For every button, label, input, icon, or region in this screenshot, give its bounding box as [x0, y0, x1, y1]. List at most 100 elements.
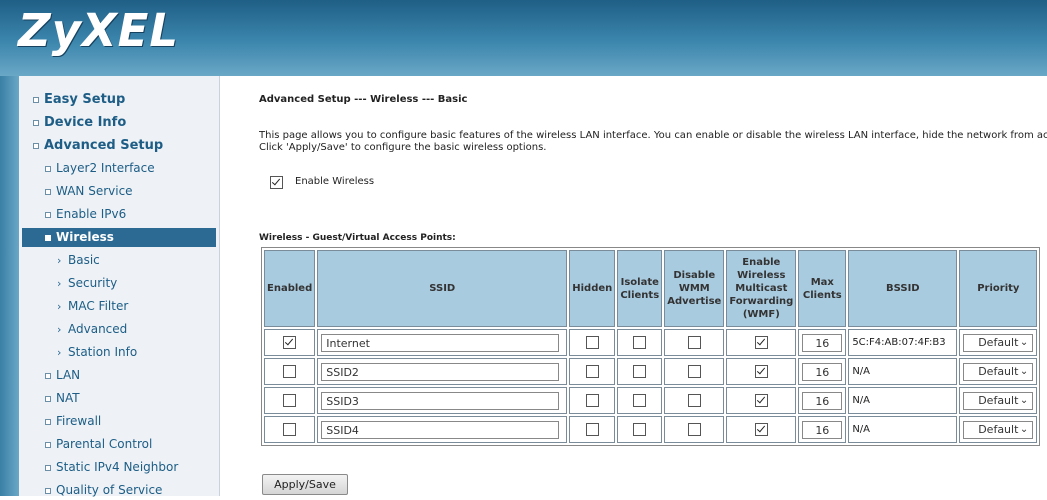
sidebar-item-parental-control[interactable]: Parental Control [22, 435, 216, 454]
priority-select[interactable]: Default ⌄ [963, 420, 1034, 439]
disable-wmm-cell [664, 358, 725, 385]
apply-save-button[interactable]: Apply/Save [262, 474, 348, 495]
square-bullet-icon [33, 97, 39, 103]
max-clients-cell: 16 [798, 387, 847, 414]
header-priority: Priority [959, 250, 1038, 327]
square-bullet-icon [45, 396, 51, 402]
sidebar-item-wan-service[interactable]: WAN Service [22, 182, 216, 201]
sidebar-item-firewall[interactable]: Firewall [22, 412, 216, 431]
hidden-checkbox[interactable] [585, 365, 599, 378]
disable-wmm-checkbox[interactable] [687, 336, 701, 349]
sidebar-item-label: Advanced Setup [44, 138, 164, 153]
priority-select[interactable]: Default ⌄ [963, 333, 1034, 352]
hidden-checkbox[interactable] [585, 423, 599, 436]
header-isolate-clients: Isolate Clients [617, 250, 663, 327]
wmf-checkbox[interactable] [754, 365, 768, 378]
square-bullet-icon [45, 235, 51, 241]
enabled-checkbox[interactable] [283, 336, 297, 349]
bssid-cell: N/A [848, 387, 958, 414]
hidden-checkbox[interactable] [585, 336, 599, 349]
sidebar-item-label: Security [68, 276, 118, 290]
sidebar-item-advanced-setup[interactable]: Advanced Setup [22, 136, 216, 155]
hidden-cell [569, 387, 616, 414]
square-bullet-icon [45, 212, 51, 218]
ssid-input[interactable]: SSID3 [321, 391, 560, 410]
sidebar-item-label: Station Info [68, 345, 138, 359]
sidebar: Easy Setup Device Info Advanced Setup Layer… [19, 76, 220, 497]
isolate-clients-checkbox[interactable] [633, 423, 647, 436]
isolate-clients-checkbox[interactable] [633, 394, 647, 407]
ssid-input[interactable]: SSID4 [321, 420, 560, 439]
enabled-checkbox[interactable] [283, 423, 297, 436]
sidebar-item-advanced[interactable]: › Advanced [22, 320, 216, 339]
wmf-checkbox[interactable] [754, 336, 768, 349]
ssid-input[interactable]: Internet [321, 333, 560, 352]
sidebar-item-label: Static IPv4 Neighbor [56, 460, 179, 474]
sidebar-item-layer2-interface[interactable]: Layer2 Interface [22, 159, 216, 178]
sidebar-item-label: Advanced [68, 322, 128, 336]
sidebar-item-device-info[interactable]: Device Info [22, 113, 216, 132]
square-bullet-icon [33, 120, 39, 126]
sidebar-item-lan[interactable]: LAN [22, 366, 216, 385]
header-max-clients: Max Clients [798, 250, 847, 327]
disable-wmm-checkbox[interactable] [687, 365, 701, 378]
square-bullet-icon [45, 419, 51, 425]
enabled-checkbox[interactable] [283, 365, 297, 378]
square-bullet-icon [45, 488, 51, 494]
sidebar-item-easy-setup[interactable]: Easy Setup [22, 90, 216, 109]
wmf-checkbox[interactable] [754, 423, 768, 436]
sidebar-item-enable-ipv6[interactable]: Enable IPv6 [22, 205, 216, 224]
disable-wmm-checkbox[interactable] [687, 394, 701, 407]
page-description: This page allows you to configure basic … [259, 130, 1047, 154]
sidebar-item-static-ipv4-neighbor[interactable]: Static IPv4 Neighbor [22, 458, 216, 477]
enabled-cell [264, 387, 316, 414]
max-clients-input[interactable]: 16 [802, 420, 843, 439]
sidebar-item-wireless[interactable]: Wireless [22, 228, 216, 247]
max-clients-input[interactable]: 16 [802, 362, 843, 381]
priority-value: Default [978, 335, 1019, 349]
ssid-cell: Internet [317, 329, 568, 356]
sidebar-item-basic[interactable]: › Basic [22, 251, 216, 270]
square-bullet-icon [45, 189, 51, 195]
isolate-clients-checkbox[interactable] [633, 336, 647, 349]
bssid-cell: 5C:F4:AB:07:4F:B3 [848, 329, 958, 356]
ssid-input[interactable]: SSID2 [321, 362, 560, 381]
wmf-checkbox[interactable] [754, 394, 768, 407]
sidebar-item-security[interactable]: › Security [22, 274, 216, 293]
hidden-checkbox[interactable] [585, 394, 599, 407]
sidebar-item-quality-of-service[interactable]: Quality of Service [22, 481, 216, 500]
max-clients-input[interactable]: 16 [802, 391, 843, 410]
ssid-cell: SSID3 [317, 387, 568, 414]
disable-wmm-checkbox[interactable] [687, 423, 701, 436]
max-clients-cell: 16 [798, 329, 847, 356]
square-bullet-icon [45, 373, 51, 379]
chevron-right-icon: › [57, 254, 62, 267]
isolate-clients-cell [617, 387, 663, 414]
description-line-2: Click 'Apply/Save' to configure the basi… [259, 142, 547, 153]
priority-select[interactable]: Default ⌄ [963, 391, 1034, 410]
sidebar-item-label: Wireless [56, 230, 114, 244]
square-bullet-icon [45, 166, 51, 172]
enabled-checkbox[interactable] [283, 394, 297, 407]
max-clients-input[interactable]: 16 [802, 333, 843, 352]
square-bullet-icon [33, 143, 39, 149]
sidebar-item-label: Enable IPv6 [56, 207, 127, 221]
isolate-clients-checkbox[interactable] [633, 365, 647, 378]
ssid-cell: SSID2 [317, 358, 568, 385]
chevron-right-icon: › [57, 323, 62, 336]
table-header-row: Enabled SSID Hidden Isolate Clients Disa… [264, 250, 1038, 327]
enable-wireless-checkbox[interactable] [270, 176, 283, 189]
enabled-cell [264, 329, 316, 356]
bssid-cell: N/A [848, 358, 958, 385]
wmf-cell [726, 416, 797, 443]
sidebar-item-label: Parental Control [56, 437, 153, 451]
sidebar-item-mac-filter[interactable]: › MAC Filter [22, 297, 216, 316]
table-row: SSID3 16 N/A Default ⌄ [264, 387, 1038, 414]
sidebar-item-nat[interactable]: NAT [22, 389, 216, 408]
sidebar-item-label: MAC Filter [68, 299, 129, 313]
max-clients-cell: 16 [798, 416, 847, 443]
chevron-down-icon: ⌄ [1019, 394, 1029, 406]
bssid-value: N/A [852, 366, 871, 377]
priority-select[interactable]: Default ⌄ [963, 362, 1034, 381]
sidebar-item-station-info[interactable]: › Station Info [22, 343, 216, 362]
